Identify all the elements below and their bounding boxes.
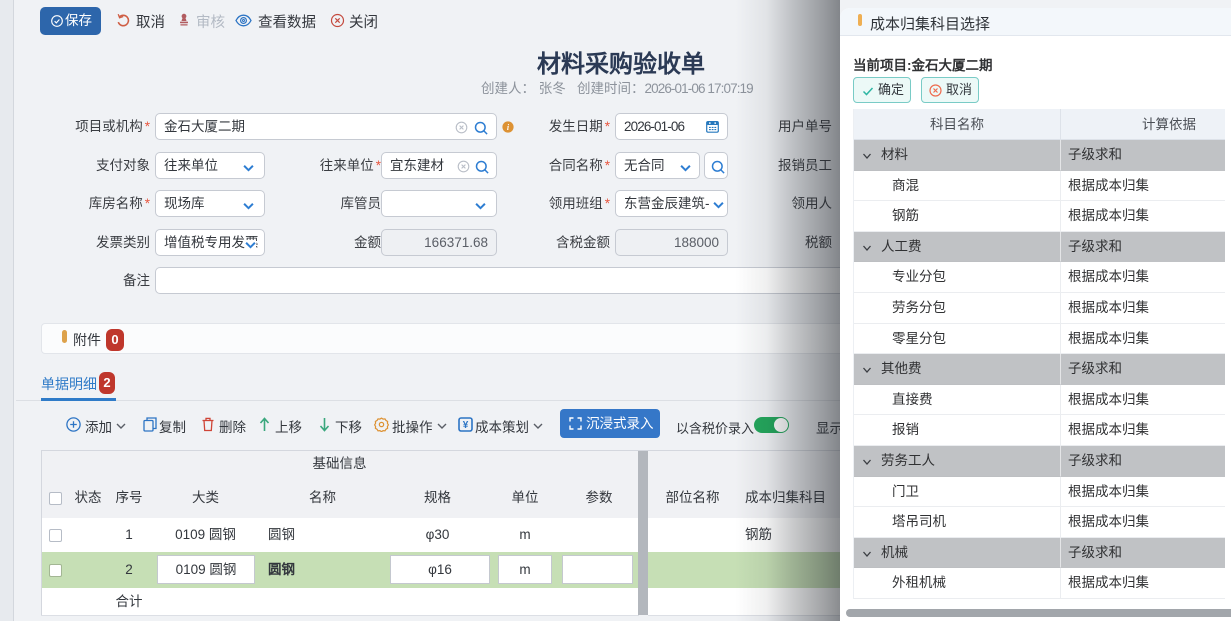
svg-text:¥: ¥ <box>463 420 469 431</box>
